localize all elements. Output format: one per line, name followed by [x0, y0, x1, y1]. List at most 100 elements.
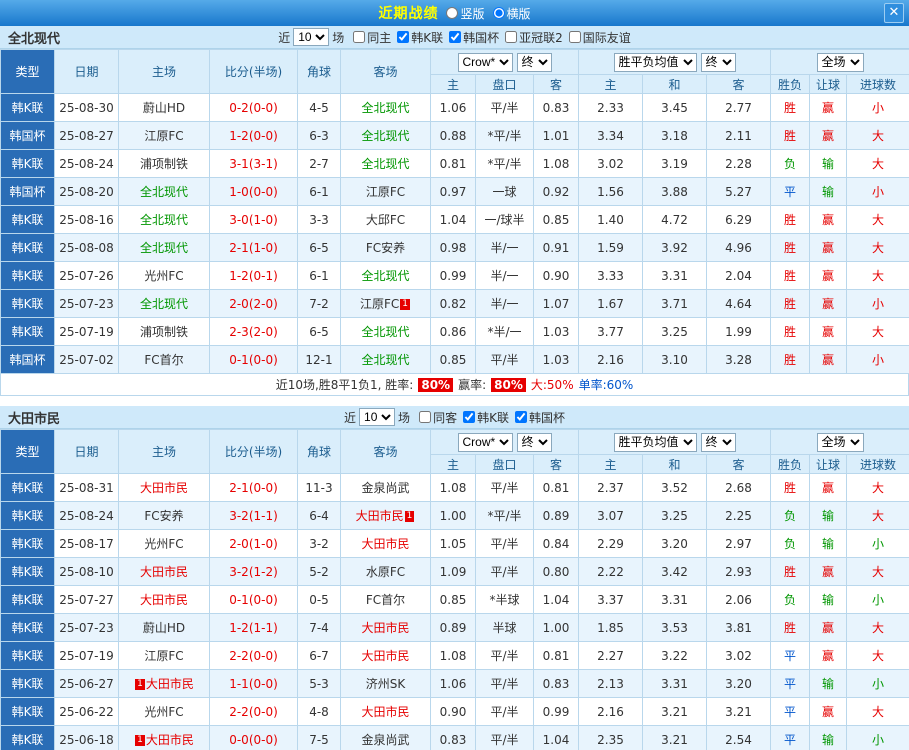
home-team-name: 光州FC	[144, 537, 184, 551]
result-goals: 大	[846, 121, 909, 150]
away-team-name: 济州SK	[365, 677, 406, 691]
europe-away-odds: 2.97	[705, 529, 772, 558]
corner-cell: 6-3	[297, 121, 341, 150]
layout-horizontal-option[interactable]: 横版	[492, 5, 531, 22]
filter-checkbox[interactable]: 韩K联	[463, 409, 509, 426]
match-row: 韩国杯 25-08-20 全北现代 1-0(0-0) 6-1 江原FC 0.97…	[0, 177, 909, 206]
europe-away-odds: 3.20	[705, 669, 772, 698]
away-team-cell: 金泉尚武	[340, 473, 431, 502]
league-checkbox[interactable]	[505, 31, 518, 43]
checkbox-label: 亚冠联2	[519, 30, 563, 45]
scope-select[interactable]: 全场	[816, 52, 864, 72]
result-winlose: 平	[770, 669, 811, 698]
away-team-cell: 全北现代	[340, 93, 431, 122]
result-handicap: 赢	[809, 289, 848, 318]
corner-cell: 12-1	[297, 345, 341, 374]
europe-draw-odds: 3.10	[642, 345, 707, 374]
match-row: 韩K联 25-08-30 蔚山HD 0-2(0-0) 4-5 全北现代 1.06…	[0, 93, 909, 122]
match-count-select[interactable]: 10	[293, 28, 330, 46]
col-type: 类型	[0, 429, 55, 474]
away-team-cell: 全北现代	[340, 261, 431, 290]
europe-away-odds: 3.28	[705, 345, 772, 374]
match-date: 25-07-26	[54, 261, 119, 290]
score-cell: 1-2(1-1)	[209, 613, 298, 642]
europe-home-odds: 1.56	[578, 177, 643, 206]
close-button[interactable]: ✕	[884, 3, 904, 23]
filter-checkbox[interactable]: 同主	[353, 29, 391, 46]
horizontal-radio[interactable]	[492, 7, 505, 19]
europe-average-select[interactable]: 胜平负均值	[613, 52, 697, 72]
europe-away-odds: 3.81	[705, 613, 772, 642]
col-corner: 角球	[297, 49, 341, 94]
asian-home-odds: 1.09	[430, 557, 476, 586]
recent-results-panel: 近期战绩 竖版 横版 ✕ 全北现代 近 10 场 同主 韩K联 韩国杯 亚冠联2 国际友…	[0, 0, 909, 750]
europe-away-odds: 2.11	[705, 121, 772, 150]
match-row: 韩国杯 25-07-02 FC首尔 0-1(0-0) 12-1 全北现代 0.8…	[0, 345, 909, 374]
result-handicap: 赢	[809, 473, 848, 502]
europe-average-select[interactable]: 胜平负均值	[613, 432, 697, 452]
filter-checkbox[interactable]: 韩国杯	[514, 409, 565, 426]
filter-checkbox[interactable]: 同客	[419, 409, 457, 426]
odds-company-select[interactable]: Crow*	[457, 52, 513, 72]
europe-away-odds: 2.04	[705, 261, 772, 290]
europe-final-select[interactable]: 终	[700, 432, 736, 452]
away-team-cell: 大田市民	[340, 613, 431, 642]
league-checkbox[interactable]	[397, 31, 410, 43]
asian-final-select[interactable]: 终	[516, 432, 552, 452]
asian-home-odds: 0.85	[430, 585, 476, 614]
odds-company-select[interactable]: Crow*	[457, 432, 513, 452]
filter-checkbox[interactable]: 韩国杯	[449, 29, 499, 46]
corner-cell: 4-5	[297, 93, 341, 122]
league-checkbox[interactable]	[353, 31, 366, 43]
europe-final-select[interactable]: 终	[700, 52, 736, 72]
col-home: 主场	[118, 429, 210, 474]
vertical-radio[interactable]	[446, 7, 459, 19]
league-checkbox[interactable]	[449, 31, 462, 43]
result-winlose: 胜	[770, 345, 811, 374]
result-handicap: 输	[809, 149, 848, 178]
europe-away-odds: 3.02	[705, 641, 772, 670]
asian-away-odds: 0.85	[533, 205, 579, 234]
result-goals: 小	[846, 529, 909, 558]
result-winlose: 胜	[770, 289, 811, 318]
league-filter-group: 同客 韩K联 韩国杯	[413, 409, 565, 426]
asian-home-odds: 0.88	[430, 121, 476, 150]
asian-handicap: 平/半	[475, 473, 534, 502]
asian-final-select[interactable]: 终	[516, 52, 552, 72]
away-team-name: 全北现代	[361, 101, 410, 115]
asian-handicap: 半/一	[475, 233, 534, 262]
summary-bar: 近10场,胜8平1负1, 胜率: 80% 赢率: 80% 大:50% 单率:60%	[0, 374, 909, 396]
asian-home-odds: 0.83	[430, 725, 476, 750]
score-cell: 2-1(1-0)	[209, 233, 298, 262]
match-date: 25-07-23	[54, 613, 119, 642]
result-winlose: 平	[770, 641, 811, 670]
match-count-select[interactable]: 10	[359, 408, 396, 426]
europe-home-odds: 3.02	[578, 149, 643, 178]
league-checkbox[interactable]	[568, 31, 581, 43]
corner-cell: 5-2	[297, 557, 341, 586]
layout-vertical-option[interactable]: 竖版	[446, 5, 485, 22]
recent-matches-table-2: 类型 日期 主场 比分(半场) 角球 客场 Crow* 终 胜平负均值终 全场 主…	[0, 429, 909, 750]
league-checkbox[interactable]	[514, 411, 527, 423]
league-checkbox[interactable]	[463, 411, 476, 423]
filter-checkbox[interactable]: 韩K联	[397, 29, 443, 46]
europe-away-odds: 1.99	[705, 317, 772, 346]
filter-checkbox[interactable]: 亚冠联2	[505, 29, 563, 46]
home-team-cell: 大田市民	[118, 585, 210, 614]
result-handicap: 输	[809, 177, 848, 206]
checkbox-label: 韩国杯	[463, 30, 500, 45]
score-cell: 1-1(0-0)	[209, 669, 298, 698]
asian-away-odds: 0.83	[533, 669, 579, 698]
title-group: 近期战绩 竖版 横版	[378, 3, 530, 23]
asian-home-odds: 0.81	[430, 149, 476, 178]
subcol-handicap: 盘口	[475, 74, 534, 94]
scope-select[interactable]: 全场	[816, 432, 864, 452]
subcol-asian-home: 主	[430, 74, 476, 94]
filter-checkbox[interactable]: 国际友谊	[568, 29, 631, 46]
home-team-cell: 全北现代	[118, 289, 210, 318]
match-row: 韩K联 25-08-24 浦项制铁 3-1(3-1) 2-7 全北现代 0.81…	[0, 149, 909, 178]
europe-draw-odds: 3.25	[642, 317, 707, 346]
away-team-name: 大田市民	[361, 649, 410, 663]
league-checkbox[interactable]	[419, 411, 432, 423]
home-team-name: 大田市民	[139, 481, 188, 495]
